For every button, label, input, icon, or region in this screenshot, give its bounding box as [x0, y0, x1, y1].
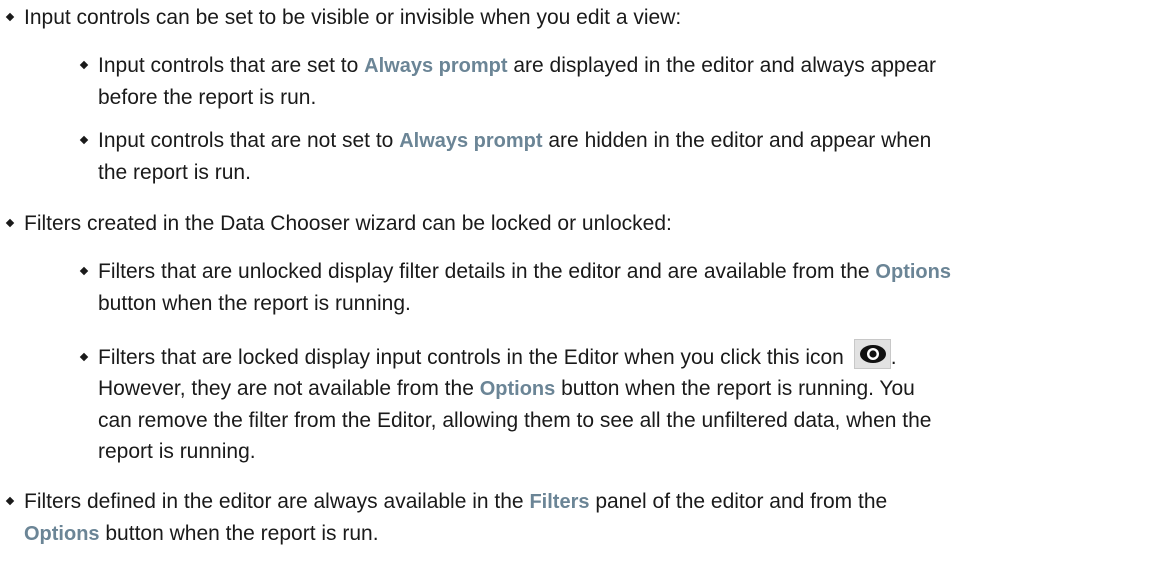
list-item-text-post: are displayed in the editor and always a…	[507, 54, 936, 77]
list-item-text-line2-pre: However, they are not available from the	[98, 377, 480, 400]
sub-list-item: Filters that are locked display input co…	[74, 339, 1170, 467]
list-item: Input controls can be set to be visible …	[0, 2, 1170, 33]
sub-bullet-list: Input controls that are not set to Alway…	[0, 125, 1170, 188]
list-item-text-line3: can remove the filter from the Editor, a…	[98, 409, 932, 432]
list-item-text-post: .	[890, 346, 897, 369]
bullet-icon	[5, 496, 15, 506]
eye-icon[interactable]	[853, 339, 891, 370]
bullet-list: Filters created in the Data Chooser wiza…	[0, 208, 1170, 239]
list-item-text: Filters created in the Data Chooser wiza…	[24, 212, 672, 235]
bullet-icon	[79, 60, 89, 70]
list-item-text-line2-post: button when the report is run.	[99, 522, 379, 545]
bullet-icon	[5, 12, 15, 22]
list-item-text-line2: the report is run.	[98, 161, 251, 184]
ui-term: Options	[479, 378, 556, 400]
ui-term: Options	[24, 523, 100, 545]
sub-list-item: Filters that are unlocked display filter…	[74, 256, 1170, 319]
sub-list-item: Input controls that are set to Always pr…	[74, 50, 1170, 113]
list-item-text-pre: Input controls that are set to	[98, 54, 365, 77]
document-body: Input controls can be set to be visible …	[0, 0, 1175, 561]
sub-bullet-list: Input controls that are set to Always pr…	[0, 50, 1170, 113]
list-item-text-pre: Filters defined in the editor are always…	[24, 490, 530, 513]
bullet-list: Input controls can be set to be visible …	[0, 2, 1170, 33]
list-item-text-line4: report is running.	[98, 440, 256, 463]
list-item-text-pre: Filters that are locked display input co…	[98, 346, 844, 369]
bullet-icon	[5, 218, 15, 228]
bullet-icon	[79, 135, 89, 145]
list-item: Filters defined in the editor are always…	[0, 486, 1170, 550]
list-item-text-post: are hidden in the editor and appear when	[542, 129, 932, 152]
sub-list-item: Input controls that are not set to Alway…	[74, 125, 1170, 188]
bullet-icon	[79, 266, 89, 276]
eye-icon-graphic	[859, 345, 886, 364]
list-item-text-line2-post: button when the report is running. You	[555, 377, 915, 400]
bullet-icon	[79, 352, 89, 362]
list-item-text-line2: before the report is run.	[98, 86, 317, 109]
ui-term: Options	[875, 261, 951, 283]
list-item-text-pre: Filters that are unlocked display filter…	[98, 260, 876, 283]
list-item-text-pre: Input controls that are not set to	[98, 129, 400, 152]
ui-term: Filters	[529, 491, 590, 513]
list-item: Filters created in the Data Chooser wiza…	[0, 208, 1170, 239]
list-item-text-line2: button when the report is running.	[98, 292, 411, 315]
sub-bullet-list: Filters that are locked display input co…	[0, 339, 1170, 467]
ui-term: Always prompt	[364, 55, 508, 77]
bullet-list: Filters defined in the editor are always…	[0, 486, 1170, 550]
list-item-text-post: panel of the editor and from the	[589, 490, 888, 513]
list-item-text: Input controls can be set to be visible …	[24, 6, 682, 29]
ui-term: Always prompt	[399, 130, 543, 152]
sub-bullet-list: Filters that are unlocked display filter…	[0, 256, 1170, 319]
